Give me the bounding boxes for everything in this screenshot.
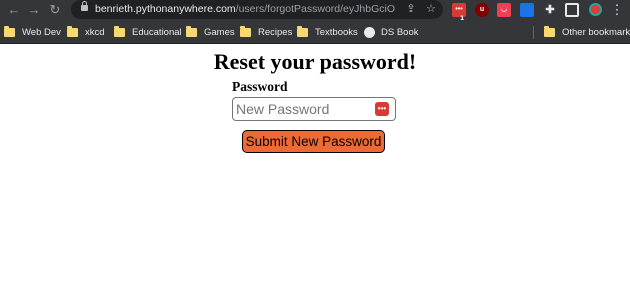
address-bar[interactable]: benrieth.pythonanywhere.com/users/forgot… xyxy=(71,0,443,19)
bookmarks-divider xyxy=(533,26,534,39)
password-label: Password xyxy=(232,79,288,94)
other-bookmarks[interactable]: Other bookmarks xyxy=(544,20,630,44)
bookmark-textbooks[interactable]: Textbooks xyxy=(297,20,358,44)
password-field[interactable]: ••• xyxy=(232,97,396,121)
bookmark-web-dev[interactable]: Web Dev xyxy=(4,20,61,44)
bookmark-ds-book[interactable]: DS Book xyxy=(364,20,419,44)
bookmark-recipes[interactable]: Recipes xyxy=(240,20,292,44)
folder-icon xyxy=(544,25,555,37)
password-manager-icon[interactable]: ••• xyxy=(375,102,389,116)
profile-avatar[interactable] xyxy=(589,3,602,16)
browser-toolbar: ← → ↻ benrieth.pythonanywhere.com/users/… xyxy=(0,0,630,22)
bookmark-label: Recipes xyxy=(258,26,293,38)
bookmark-label: Games xyxy=(204,26,235,38)
folder-icon xyxy=(186,25,197,37)
lock-icon[interactable] xyxy=(81,1,88,11)
ublock-icon[interactable]: u xyxy=(475,3,489,17)
bookmark-label: Web Dev xyxy=(22,26,61,38)
bookmark-xkcd[interactable]: xkcd xyxy=(67,20,105,44)
other-bookmarks-label: Other bookmarks xyxy=(562,26,630,38)
ext-red-icon[interactable]: ••• 1 xyxy=(452,3,466,22)
star-bookmark-icon[interactable]: ☆ xyxy=(424,2,438,16)
pocket-icon[interactable]: ◡ xyxy=(497,3,511,17)
folder-icon xyxy=(4,25,15,37)
folder-icon xyxy=(240,25,251,37)
bookmark-label: DS Book xyxy=(381,26,419,38)
reload-icon[interactable]: ↻ xyxy=(45,0,65,20)
folder-icon xyxy=(67,25,78,37)
bookmark-games[interactable]: Games xyxy=(186,20,235,44)
bookmarks-bar: Web Dev xkcd Educational Games Recipes T… xyxy=(0,20,630,44)
url-host: benrieth.pythonanywhere.com xyxy=(95,3,236,15)
globe-icon xyxy=(364,26,375,38)
extension-blue-icon[interactable] xyxy=(520,3,534,17)
url-text[interactable]: benrieth.pythonanywhere.com/users/forgot… xyxy=(95,3,395,16)
back-icon[interactable]: ← xyxy=(4,0,24,20)
bookmark-educational[interactable]: Educational xyxy=(114,20,182,44)
extensions-puzzle-icon[interactable]: ✚ xyxy=(543,3,557,17)
menu-icon[interactable]: ⋮ xyxy=(607,0,627,20)
url-path: /users/forgotPassword/eyJhbGciOiJI... xyxy=(235,3,395,15)
share-icon[interactable]: ⇪ xyxy=(404,2,418,16)
bookmark-label: xkcd xyxy=(85,26,105,38)
page-title: Reset your password! xyxy=(213,49,417,74)
bookmark-label: Textbooks xyxy=(315,26,358,38)
password-input[interactable] xyxy=(236,100,374,118)
submit-new-password-button[interactable]: Submit New Password xyxy=(242,130,385,153)
forward-icon[interactable]: → xyxy=(24,0,44,20)
bookmark-label: Educational xyxy=(132,26,182,38)
folder-icon xyxy=(297,25,308,37)
folder-icon xyxy=(114,25,125,37)
side-panel-icon[interactable] xyxy=(565,3,579,17)
